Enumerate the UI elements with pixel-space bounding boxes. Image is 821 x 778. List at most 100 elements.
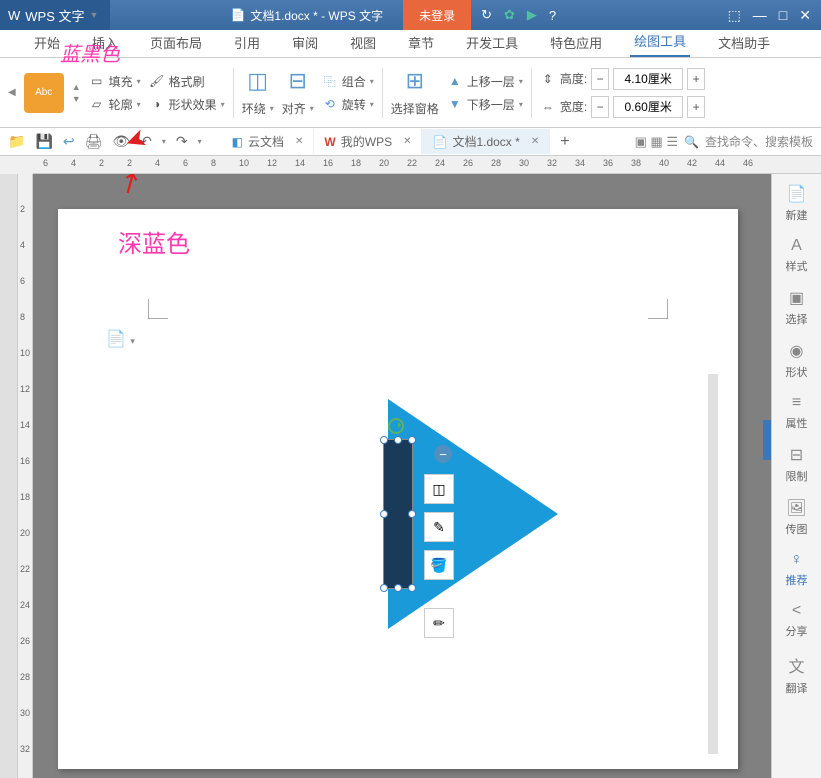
minimize-button[interactable]: — — [753, 7, 767, 24]
tab-start[interactable]: 开始 — [30, 28, 64, 57]
gallery-down-icon[interactable]: ▼ — [72, 94, 81, 104]
side-item-新建[interactable]: 📄新建 — [786, 184, 808, 223]
width-minus[interactable]: − — [591, 96, 609, 118]
view-icons[interactable]: ▣ ▦ ☰ — [635, 134, 678, 150]
app-name: WPS 文字 — [25, 6, 84, 25]
undo-dd[interactable]: ▾ — [162, 137, 166, 146]
tab-layout[interactable]: 页面布局 — [146, 28, 206, 57]
tab-cloud[interactable]: ◧ 云文档 ✕ — [222, 129, 315, 154]
theme-icon[interactable]: ✿ — [504, 7, 515, 23]
qat-more[interactable]: ▾ — [198, 137, 202, 146]
close-tab-icon[interactable]: ✕ — [531, 136, 539, 147]
rotate-button[interactable]: ⟲旋转▾ — [322, 96, 374, 113]
side-item-形状[interactable]: ◉形状 — [786, 341, 808, 380]
resize-handle[interactable] — [394, 436, 402, 444]
side-item-传图[interactable]: 🖼传图 — [786, 498, 808, 537]
tab-doc1[interactable]: 📄 文档1.docx * ✕ — [422, 129, 550, 154]
outline-button[interactable]: ▱轮廓▾ — [89, 96, 141, 113]
redo-button[interactable]: ↷ — [176, 133, 188, 150]
sync-icon[interactable]: ↻ — [481, 7, 492, 23]
resize-handle[interactable] — [408, 436, 416, 444]
tab-assistant[interactable]: 文档助手 — [714, 28, 774, 57]
login-button[interactable]: 未登录 — [403, 0, 471, 30]
tab-mywps[interactable]: W 我的WPS ✕ — [314, 129, 422, 154]
align-icon[interactable]: ⊟ — [289, 68, 307, 94]
side-item-选择[interactable]: ▣选择 — [786, 288, 808, 327]
tab-drawing[interactable]: 绘图工具 — [630, 26, 690, 57]
shape-effect-button[interactable]: ◑形状效果▾ — [149, 96, 225, 113]
fill-button[interactable]: ▭填充▾ — [89, 73, 141, 90]
canvas[interactable]: ↗ 深蓝色 📄 ▾ − — [33, 174, 771, 778]
tab-review[interactable]: 审阅 — [288, 28, 322, 57]
resize-handle[interactable] — [380, 510, 388, 518]
format-brush-button[interactable]: 🖌格式刷 — [149, 73, 225, 90]
close-tab-icon[interactable]: ✕ — [403, 136, 411, 147]
side-item-分享[interactable]: <分享 — [786, 602, 808, 639]
send-backward-button[interactable]: ▼下移一层▾ — [447, 96, 523, 113]
resize-handle[interactable] — [408, 584, 416, 592]
panel-collapse[interactable] — [763, 420, 771, 460]
height-plus[interactable]: + — [687, 68, 705, 90]
wrap-button[interactable]: 环绕▾ — [242, 100, 274, 117]
annotation-darkblue: 深蓝色 — [118, 224, 190, 259]
print-icon[interactable]: 🖨 — [85, 133, 103, 150]
side-item-限制[interactable]: ⊟限制 — [786, 445, 808, 484]
side-item-推荐[interactable]: ♀推荐 — [786, 551, 808, 588]
open-icon[interactable]: 📁 — [8, 133, 25, 150]
resize-handle[interactable] — [394, 584, 402, 592]
tool-layout[interactable]: ◫ — [424, 474, 454, 504]
ruler-vertical[interactable]: 2468101214161820222426283032 — [18, 174, 33, 778]
add-tab-button[interactable]: + — [550, 133, 579, 151]
tool-edit[interactable]: ✎ — [424, 512, 454, 542]
tab-reference[interactable]: 引用 — [230, 28, 264, 57]
maximize-button[interactable]: □ — [779, 7, 787, 24]
scrollbar-vertical[interactable] — [708, 374, 718, 754]
selpane-label[interactable]: 选择窗格 — [391, 100, 439, 117]
shape-preview[interactable]: Abc — [24, 73, 64, 113]
doc-options-icon[interactable]: 📄 ▾ — [106, 329, 135, 349]
tool-pencil[interactable]: ✏ — [424, 608, 454, 638]
ribbon: 蓝黑色 ◀ Abc ▲ ▼ ▭填充▾ ▱轮廓▾ 🖌格式刷 ◑形状效果▾ ◫ 环绕… — [0, 58, 821, 128]
close-tab-icon[interactable]: ✕ — [295, 136, 303, 147]
tab-chapter[interactable]: 章节 — [404, 28, 438, 57]
tab-dev[interactable]: 开发工具 — [462, 28, 522, 57]
resize-handle[interactable] — [408, 510, 416, 518]
play-icon[interactable]: ▶ — [527, 7, 537, 23]
search-icon[interactable]: 🔍 — [684, 135, 699, 149]
app-menu[interactable]: W WPS 文字 ▼ — [0, 0, 110, 30]
width-input[interactable] — [613, 96, 683, 118]
selected-shape[interactable]: − ◫ ✎ 🪣 ✏ — [388, 399, 568, 649]
height-minus[interactable]: − — [591, 68, 609, 90]
collapse-badge[interactable]: − — [434, 445, 452, 463]
tab-special[interactable]: 特色应用 — [546, 28, 606, 57]
tab-view[interactable]: 视图 — [346, 28, 380, 57]
export-icon[interactable]: ↩ — [63, 133, 75, 150]
align-button[interactable]: 对齐▾ — [282, 100, 314, 117]
search-placeholder[interactable]: 查找命令、搜索模板 — [705, 133, 813, 150]
resize-handle[interactable] — [380, 436, 388, 444]
wrap-icon[interactable]: ◫ — [247, 68, 268, 94]
effect-label: 形状效果 — [169, 96, 217, 113]
save-icon[interactable]: 💾 — [35, 133, 52, 150]
close-button[interactable]: ✕ — [799, 7, 811, 24]
side-item-翻译[interactable]: 文翻译 — [786, 653, 808, 696]
ruler-horizontal[interactable]: 6422468101214161820222426283032343638404… — [33, 156, 821, 174]
help-icon[interactable]: ? — [549, 8, 556, 23]
width-plus[interactable]: + — [687, 96, 705, 118]
workspace: 2468101214161820222426283032 ↗ 深蓝色 📄 ▾ — [0, 174, 821, 778]
side-item-属性[interactable]: ≡属性 — [786, 394, 808, 431]
gallery-prev-icon[interactable]: ◀ — [8, 87, 16, 98]
tool-fill[interactable]: 🪣 — [424, 550, 454, 580]
height-input[interactable] — [613, 68, 683, 90]
group-button[interactable]: ⿻组合▾ — [322, 73, 374, 90]
resize-handle[interactable] — [380, 584, 388, 592]
rotate-handle[interactable] — [388, 418, 404, 434]
external-icon[interactable]: ⬚ — [728, 7, 741, 24]
gallery-up-icon[interactable]: ▲ — [72, 82, 81, 92]
bring-forward-button[interactable]: ▲上移一层▾ — [447, 73, 523, 90]
rect-shape[interactable] — [383, 439, 413, 589]
left-strip — [0, 174, 18, 778]
side-item-样式[interactable]: A样式 — [786, 237, 808, 274]
selpane-icon[interactable]: ⊞ — [406, 68, 424, 94]
effect-icon: ◑ — [149, 96, 165, 112]
